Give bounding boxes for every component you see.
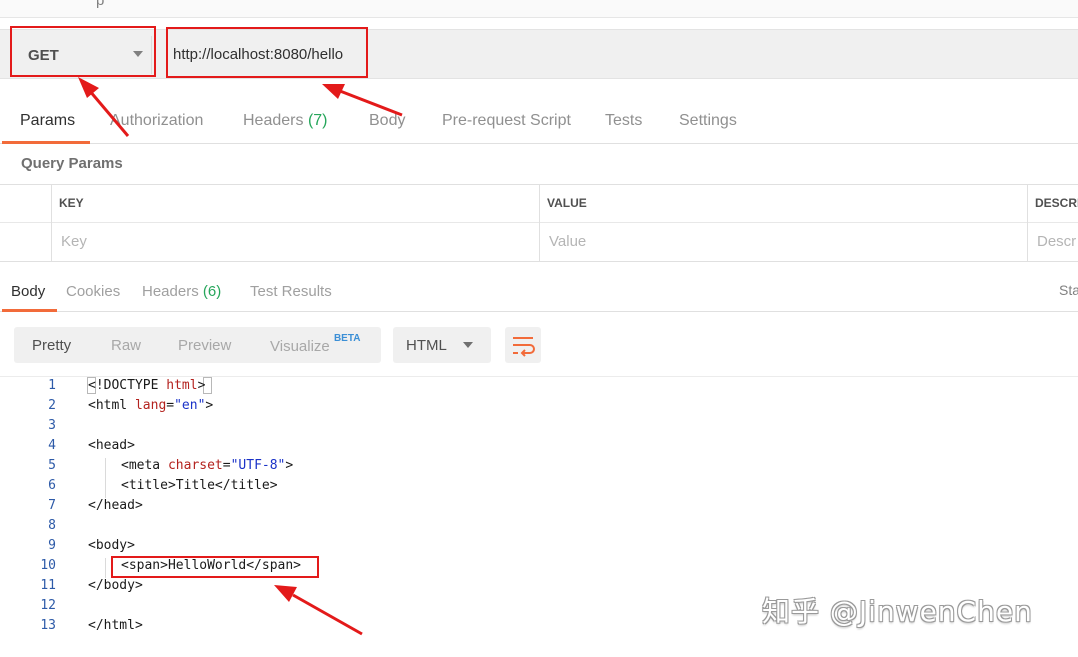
request-name-fragment: p [96, 0, 105, 9]
raw-button[interactable]: Raw [111, 337, 141, 354]
tab-settings[interactable]: Settings [679, 112, 737, 130]
tab-pre-request-script[interactable]: Pre-request Script [442, 112, 571, 130]
column-header-key: KEY [59, 196, 84, 210]
response-tab-body[interactable]: Body [11, 283, 45, 300]
code-line: <html lang="en"> [88, 398, 214, 413]
headers-count: (7) [307, 112, 328, 129]
line-number: 2 [48, 398, 56, 413]
code-line: </html> [88, 618, 143, 633]
wrap-lines-button[interactable] [505, 327, 541, 363]
code-line: <!DOCTYPE html> [88, 378, 206, 393]
column-divider [539, 184, 540, 262]
beta-badge: BETA [333, 333, 361, 344]
response-tab-test-results[interactable]: Test Results [250, 283, 332, 300]
line-number: 6 [48, 478, 56, 493]
line-number: 1 [48, 378, 56, 393]
tab-headers[interactable]: Headers (7) [243, 112, 328, 130]
line-number: 7 [48, 498, 56, 513]
tab-body[interactable]: Body [369, 112, 405, 130]
code-line: </body> [88, 578, 143, 593]
code-line: <meta charset="UTF-8"> [121, 458, 294, 473]
code-line: </head> [88, 498, 143, 513]
code-line: <span>HelloWorld</span> [121, 558, 302, 573]
line-number: 13 [40, 618, 56, 633]
chevron-down-icon [463, 342, 473, 348]
column-divider [51, 184, 52, 262]
column-divider [1027, 184, 1028, 262]
response-tab-cookies[interactable]: Cookies [66, 283, 120, 300]
active-response-tab-indicator [2, 309, 57, 312]
url-input[interactable]: http://localhost:8080/hello [166, 33, 366, 75]
top-strip: p [0, 0, 1078, 18]
query-params-title: Query Params [21, 155, 123, 172]
tab-params[interactable]: Params [20, 112, 75, 130]
column-header-description: DESCRI [1035, 196, 1078, 210]
line-number: 9 [48, 538, 56, 553]
language-select[interactable]: HTML [393, 327, 491, 363]
column-header-value: VALUE [547, 196, 587, 210]
active-tab-indicator [2, 141, 90, 144]
method-label: GET [28, 46, 59, 64]
response-tab-headers[interactable]: Headers (6) [142, 283, 221, 300]
line-number: 12 [40, 598, 56, 613]
url-bar [0, 29, 1078, 79]
request-tabs: Params Authorization Headers (7) Body Pr… [0, 100, 1078, 144]
wrap-lines-icon [513, 337, 535, 357]
preview-button[interactable]: Preview [178, 337, 231, 354]
indent-guide [105, 558, 106, 578]
tab-authorization[interactable]: Authorization [110, 112, 203, 130]
url-text: http://localhost:8080/hello [173, 45, 344, 63]
response-headers-count: (6) [202, 283, 222, 300]
code-editor-border [0, 376, 1078, 377]
chevron-down-icon [133, 51, 143, 57]
line-number: 10 [40, 558, 56, 573]
line-number: 3 [48, 418, 56, 433]
method-select[interactable]: GET [14, 36, 152, 74]
status-label: Sta [1059, 282, 1078, 298]
format-button-group: Pretty Raw Preview Visualize BETA [14, 327, 381, 363]
line-number: 8 [48, 518, 56, 533]
language-label: HTML [406, 336, 447, 354]
line-number: 4 [48, 438, 56, 453]
tab-tests[interactable]: Tests [605, 112, 642, 130]
description-input[interactable]: Descr [1037, 233, 1076, 250]
line-number: 5 [48, 458, 56, 473]
indent-guide [105, 458, 106, 498]
code-line: <title>Title</title> [121, 478, 278, 493]
visualize-button[interactable]: Visualize BETA [270, 333, 360, 355]
code-line: <body> [88, 538, 135, 553]
code-line: <head> [88, 438, 135, 453]
pretty-button[interactable]: Pretty [32, 337, 71, 354]
value-input[interactable]: Value [549, 233, 586, 250]
key-input[interactable]: Key [61, 233, 87, 250]
arrow-to-span [274, 585, 363, 636]
watermark: 知乎 @JinwenChen [762, 595, 1033, 628]
response-tabs: Body Cookies Headers (6) Test Results [0, 272, 1078, 312]
line-number: 11 [40, 578, 56, 593]
